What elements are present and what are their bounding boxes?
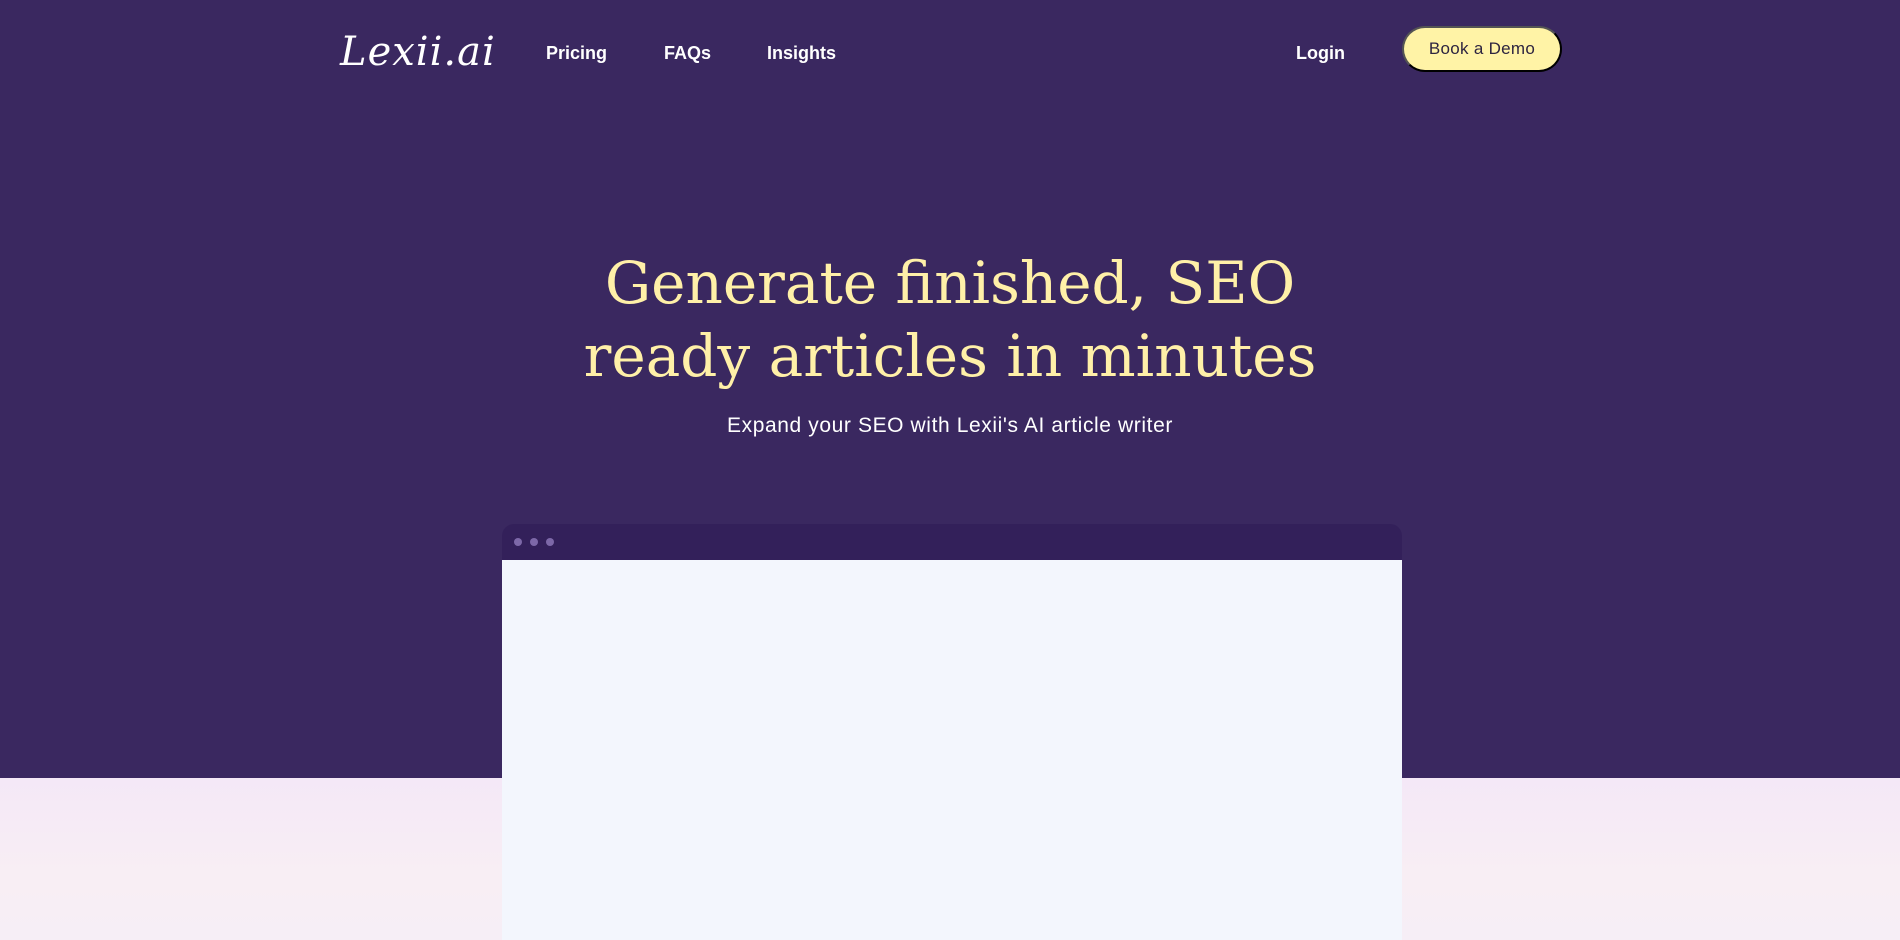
book-demo-button[interactable]: Book a Demo [1402, 26, 1562, 72]
window-dot-icon [530, 538, 538, 546]
browser-title-bar [502, 524, 1402, 560]
window-dot-icon [546, 538, 554, 546]
top-navigation: Lexii.ai Pricing FAQs Insights Login Boo… [0, 0, 1900, 100]
login-link[interactable]: Login [1296, 42, 1345, 64]
hero-headline-line-2: ready articles in minutes [583, 322, 1317, 390]
hero-headline-line-1: Generate finished, SEO [604, 249, 1296, 317]
nav-link-faqs[interactable]: FAQs [664, 42, 711, 64]
hero-subheadline: Expand your SEO with Lexii's AI article … [727, 414, 1173, 437]
nav-link-pricing[interactable]: Pricing [546, 42, 607, 64]
landing-page: Lexii.ai Pricing FAQs Insights Login Boo… [0, 0, 1900, 940]
browser-content-area [502, 560, 1402, 940]
browser-mockup [502, 524, 1402, 940]
window-dot-icon [514, 538, 522, 546]
brand-logo-text: Lexii.ai [340, 29, 496, 75]
brand-logo[interactable]: Lexii.ai [340, 22, 495, 82]
nav-link-insights[interactable]: Insights [767, 42, 836, 64]
hero-headline: Generate finished, SEO ready articles in… [550, 247, 1350, 393]
